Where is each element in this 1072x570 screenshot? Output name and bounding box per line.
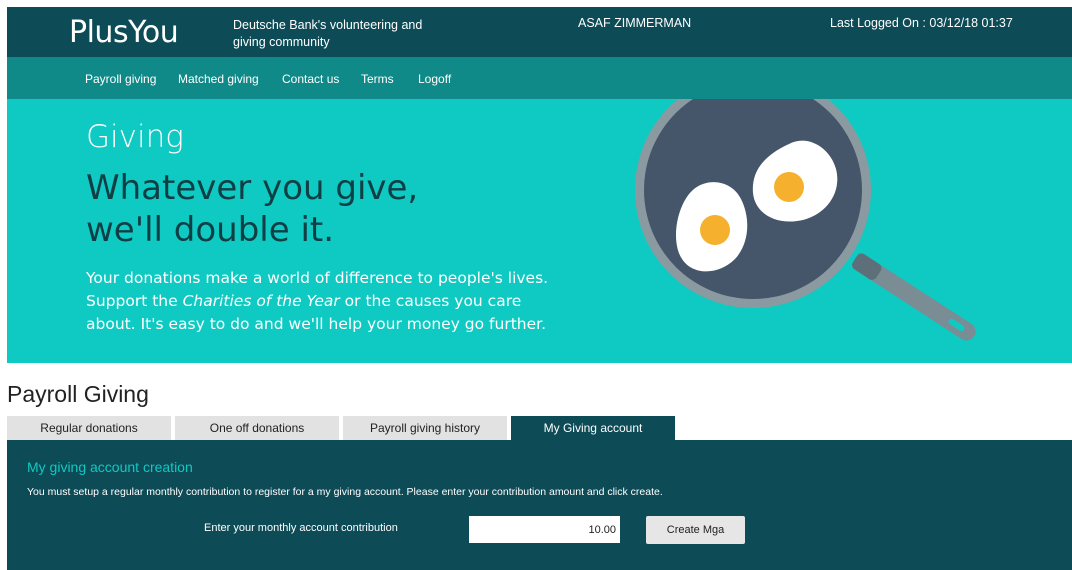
- nav-terms[interactable]: Terms: [361, 72, 394, 86]
- tab-one-off-donations[interactable]: One off donations: [175, 416, 339, 440]
- plusyou-logo[interactable]: PlusYou: [69, 15, 179, 50]
- page: PlusYou Deutsche Bank's volunteering and…: [0, 0, 1072, 570]
- panel-title: My giving account creation: [27, 459, 193, 475]
- contribution-input[interactable]: [469, 516, 620, 543]
- username: ASAF ZIMMERMAN: [578, 16, 692, 30]
- charities-of-the-year: Charities of the Year: [182, 292, 340, 310]
- hero-banner: Giving Whatever you give, we'll double i…: [7, 99, 1072, 363]
- panel-description: You must setup a regular monthly contrib…: [27, 486, 663, 498]
- hero-body: Your donations make a world of differenc…: [86, 267, 556, 336]
- giving-account-panel: My giving account creation You must setu…: [7, 440, 1072, 570]
- nav-matched-giving[interactable]: Matched giving: [178, 72, 259, 86]
- hero-kicker: Giving: [86, 119, 184, 155]
- section-title: Payroll Giving: [7, 381, 149, 407]
- nav-payroll-giving[interactable]: Payroll giving: [85, 72, 156, 86]
- main-nav: Payroll giving Matched giving Contact us…: [7, 57, 1072, 99]
- tab-payroll-giving-history[interactable]: Payroll giving history: [343, 416, 507, 440]
- tab-regular-donations[interactable]: Regular donations: [7, 416, 171, 440]
- nav-logoff[interactable]: Logoff: [418, 72, 451, 86]
- tagline: Deutsche Bank's volunteering and giving …: [233, 18, 423, 49]
- create-mga-button[interactable]: Create Mga: [646, 516, 745, 544]
- frying-pan-eggs-icon: [635, 99, 976, 341]
- contribution-label: Enter your monthly account contribution: [204, 522, 398, 534]
- tab-my-giving-account[interactable]: My Giving account: [511, 416, 675, 440]
- logo-text: PlusYou: [69, 15, 179, 50]
- top-header: PlusYou Deutsche Bank's volunteering and…: [7, 7, 1072, 57]
- hero-headline-line-1: Whatever you give,: [86, 168, 419, 208]
- nav-contact-us[interactable]: Contact us: [282, 72, 339, 86]
- last-logged-on: Last Logged On : 03/12/18 01:37: [830, 16, 1013, 30]
- hero-headline: Whatever you give, we'll double it.: [86, 167, 586, 251]
- hero-headline-line-2: we'll double it.: [86, 210, 335, 250]
